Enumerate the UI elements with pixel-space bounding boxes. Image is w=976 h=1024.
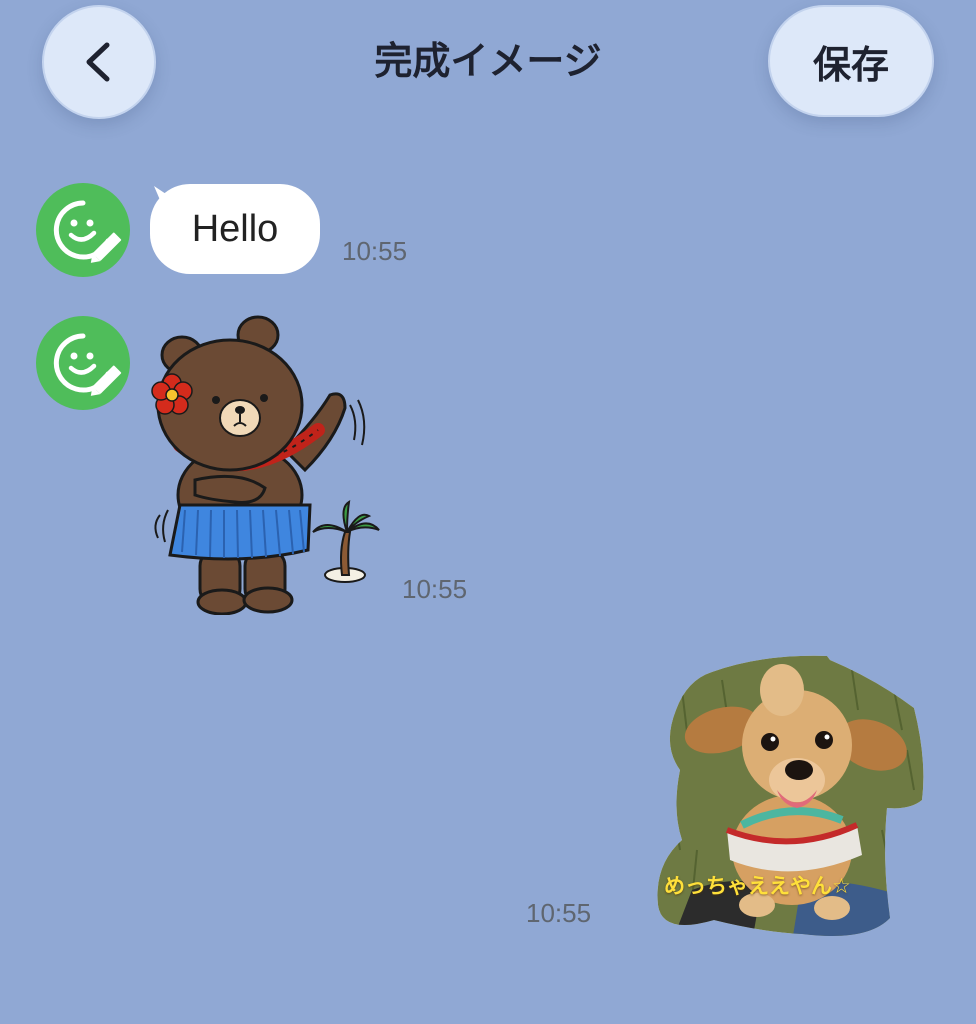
message-timestamp: 10:55 [342,236,408,266]
message-timestamp: 10:55 [526,898,592,928]
message-timestamp: 10:55 [402,574,468,604]
sticker-maker-avatar-icon[interactable] [36,183,130,277]
top-bar: 完成イメージ 保存 [0,0,976,130]
photo-sticker-caption: めっちゃええやん☆ [664,874,851,898]
save-button[interactable]: 保存 [768,5,934,117]
message-text: Hello [191,208,279,250]
back-button[interactable] [42,5,156,119]
brown-bear-hula-sticker[interactable] [140,310,390,615]
page-title: 完成イメージ [374,39,602,83]
chevron-left-icon [86,42,110,82]
sticker-maker-avatar-icon[interactable] [36,316,130,410]
